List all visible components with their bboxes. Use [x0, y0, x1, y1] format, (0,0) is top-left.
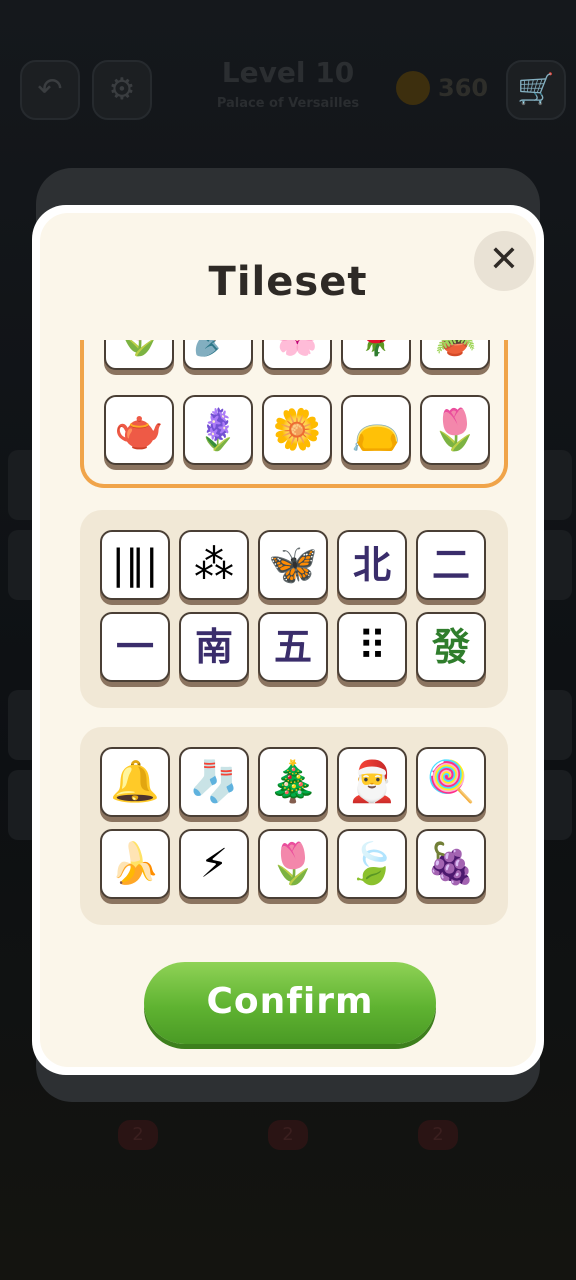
level-subtitle: Palace of Versailles	[216, 96, 360, 111]
tile-green-dragon-char: 發	[416, 612, 486, 682]
circle-tile-icon: ⁂	[194, 542, 234, 588]
tileset-option-flowers[interactable]: 🌷 🪏 🌸 🌹 🪴 🫖 🪻 🌼 👝 🌷	[80, 340, 508, 488]
rose-icon: 🌹	[351, 340, 401, 355]
leaf-icon: 🍃	[347, 841, 397, 887]
tile-grapes-icon: 🍇	[416, 829, 486, 899]
south-char: 南	[194, 625, 233, 669]
tulip-icon: 🌷	[114, 340, 164, 355]
bell-icon: 🔔	[110, 759, 160, 805]
tileset-option-mahjong[interactable]: |‖| ⁂ 🦋 北二一南五 ⠿ 發	[80, 510, 508, 708]
tile-circle-tile-icon: ⁂	[179, 530, 249, 600]
tile-stocking-icon: 🧦	[179, 747, 249, 817]
grapes-icon: 🍇	[426, 841, 476, 887]
tile-banana-icon: 🍌	[100, 829, 170, 899]
tile-bamboo-tile-icon: |‖|	[100, 530, 170, 600]
tile-five-char: 五	[258, 612, 328, 682]
one-char: 一	[115, 625, 154, 669]
shovel-icon: 🪏	[193, 340, 243, 355]
tile-north-char: 北	[337, 530, 407, 600]
tile-one-char: 一	[100, 612, 170, 682]
coin-count: 360	[438, 74, 489, 102]
lightning-icon: ⚡	[199, 841, 229, 887]
tileset-modal: Tileset ✕ 🌷 🪏 🌸 🌹 🪴 🫖 🪻 🌼 👝 🌷 |‖| ⁂ 🦋 北二一南五 ⠿ 發 🔔 🧦 🎄 🎅 🍭 🍌…	[32, 205, 544, 1075]
christmas-tree-icon: 🎄	[268, 759, 318, 805]
level-title: Level 10	[221, 56, 355, 89]
booster-count-badge: 2	[118, 1120, 158, 1150]
back-arrow-icon: ↶	[20, 60, 80, 120]
confirm-button[interactable]: Confirm	[144, 962, 436, 1044]
stocking-icon: 🧦	[189, 759, 239, 805]
tile-watering-can-icon: 🫖	[104, 395, 174, 465]
seed-sack-icon: 👝	[351, 407, 401, 453]
cherry-blossom-icon: 🌸	[272, 340, 322, 355]
tile-shovel-icon: 🪏	[183, 340, 253, 370]
tileset-option-holiday[interactable]: 🔔 🧦 🎄 🎅 🍭 🍌 ⚡ 🌷 🍃 🍇	[80, 727, 508, 925]
tile-leaf-icon: 🍃	[337, 829, 407, 899]
tile-yellow-tulip-icon: 🌷	[258, 829, 328, 899]
booster-count-badge: 2	[268, 1120, 308, 1150]
coin-icon	[396, 71, 430, 105]
close-button[interactable]: ✕	[474, 231, 534, 291]
santa-hat-icon: 🎅	[347, 759, 397, 805]
modal-title: Tileset	[208, 259, 368, 305]
modal-body: Tileset ✕ 🌷 🪏 🌸 🌹 🪴 🫖 🪻 🌼 👝 🌷 |‖| ⁂ 🦋 北二一南五 ⠿ 發 🔔 🧦 🎄 🎅 🍭 🍌…	[40, 213, 536, 1067]
tile-butterfly-icon: 🦋	[258, 530, 328, 600]
watering-can-icon: 🫖	[114, 407, 164, 453]
purple-tulip-icon: 🌷	[430, 407, 480, 453]
butterfly-icon: 🦋	[268, 542, 318, 588]
tile-cherry-blossom-icon: 🌸	[262, 340, 332, 370]
tile-santa-hat-icon: 🎅	[337, 747, 407, 817]
tile-hyacinth-icon: 🪻	[183, 395, 253, 465]
hyacinth-icon: 🪻	[193, 407, 243, 453]
booster-count-badge: 2	[418, 1120, 458, 1150]
tile-christmas-tree-icon: 🎄	[258, 747, 328, 817]
tile-tulip-icon: 🌷	[104, 340, 174, 370]
bamboo-tile-icon: |‖|	[111, 542, 159, 588]
tile-rose-icon: 🌹	[341, 340, 411, 370]
tile-two-char: 二	[416, 530, 486, 600]
yellow-tulip-icon: 🌷	[268, 841, 318, 887]
north-char: 北	[352, 543, 391, 587]
cart-icon: 🛒	[506, 60, 566, 120]
two-char: 二	[431, 543, 470, 587]
five-char: 五	[273, 625, 312, 669]
tile-south-char: 南	[179, 612, 249, 682]
tile-seed-sack-icon: 👝	[341, 395, 411, 465]
banana-icon: 🍌	[110, 841, 160, 887]
candy-cane-icon: 🍭	[426, 759, 476, 805]
tile-nine-circles-icon: ⠿	[337, 612, 407, 682]
blue-flower-icon: 🌼	[272, 407, 322, 453]
tile-flower-pot-icon: 🪴	[420, 340, 490, 370]
tile-candy-cane-icon: 🍭	[416, 747, 486, 817]
nine-circles-icon: ⠿	[357, 624, 387, 670]
tile-bell-icon: 🔔	[100, 747, 170, 817]
tile-purple-tulip-icon: 🌷	[420, 395, 490, 465]
tile-blue-flower-icon: 🌼	[262, 395, 332, 465]
tile-lightning-icon: ⚡	[179, 829, 249, 899]
coin-counter: 360	[396, 66, 488, 110]
green-dragon-char: 發	[431, 625, 470, 669]
gear-icon: ⚙	[92, 60, 152, 120]
flower-pot-icon: 🪴	[430, 340, 480, 355]
